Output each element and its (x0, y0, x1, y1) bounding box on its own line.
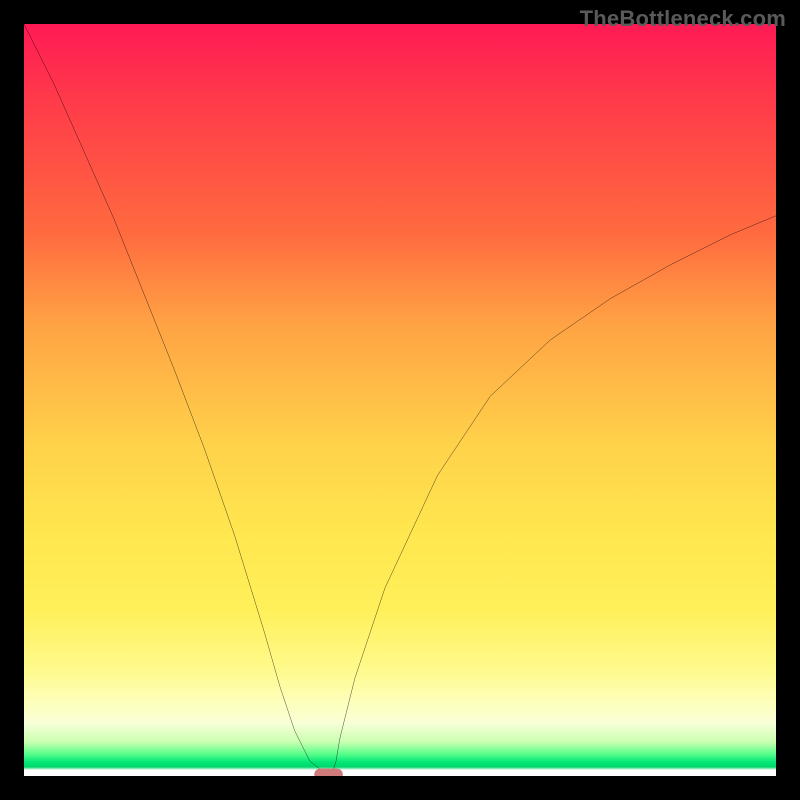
optimum-marker (314, 768, 343, 776)
plot-area (24, 24, 776, 776)
watermark-text: TheBottleneck.com (580, 6, 786, 32)
marker-layer (24, 24, 776, 776)
chart-frame: TheBottleneck.com (0, 0, 800, 800)
